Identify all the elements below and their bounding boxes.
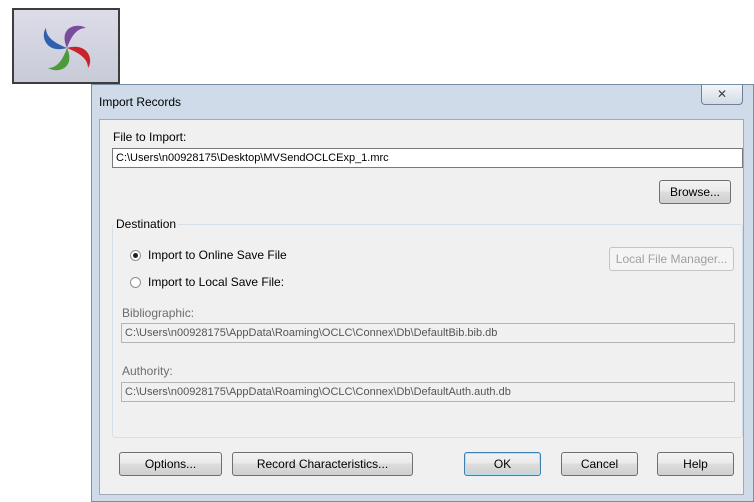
bibliographic-label: Bibliographic: [122, 306, 195, 320]
ok-button[interactable]: OK [464, 452, 541, 476]
radio-online-label[interactable]: Import to Online Save File [148, 248, 287, 262]
radio-local-save-file[interactable] [130, 277, 141, 288]
dialog-title: Import Records [99, 95, 182, 109]
radio-local-label[interactable]: Import to Local Save File: [148, 275, 284, 289]
radio-online-save-file[interactable] [130, 250, 141, 261]
close-button[interactable]: ✕ [701, 85, 743, 105]
bibliographic-path-field: C:\Users\n00928175\AppData\Roaming\OCLC\… [121, 323, 735, 343]
help-button[interactable]: Help [657, 452, 734, 476]
options-button[interactable]: Options... [119, 452, 222, 476]
title-bar: Import Records ✕ [92, 85, 753, 119]
import-records-dialog: Import Records ✕ File to Import: C:\User… [91, 84, 754, 502]
record-characteristics-button[interactable]: Record Characteristics... [232, 452, 413, 476]
destination-label: Destination [114, 217, 179, 231]
app-icon[interactable] [12, 8, 120, 84]
local-file-manager-button[interactable]: Local File Manager... [609, 247, 734, 271]
authority-label: Authority: [122, 364, 173, 378]
authority-path-field: C:\Users\n00928175\AppData\Roaming\OCLC\… [121, 382, 735, 402]
close-icon: ✕ [716, 87, 728, 101]
dialog-body: File to Import: C:\Users\n00928175\Deskt… [99, 119, 744, 495]
file-to-import-input[interactable]: C:\Users\n00928175\Desktop\MVSendOCLCExp… [112, 148, 743, 168]
cancel-button[interactable]: Cancel [561, 452, 638, 476]
file-to-import-label: File to Import: [113, 130, 187, 144]
oclc-connexion-app-icon [43, 25, 91, 71]
browse-button[interactable]: Browse... [659, 180, 731, 204]
